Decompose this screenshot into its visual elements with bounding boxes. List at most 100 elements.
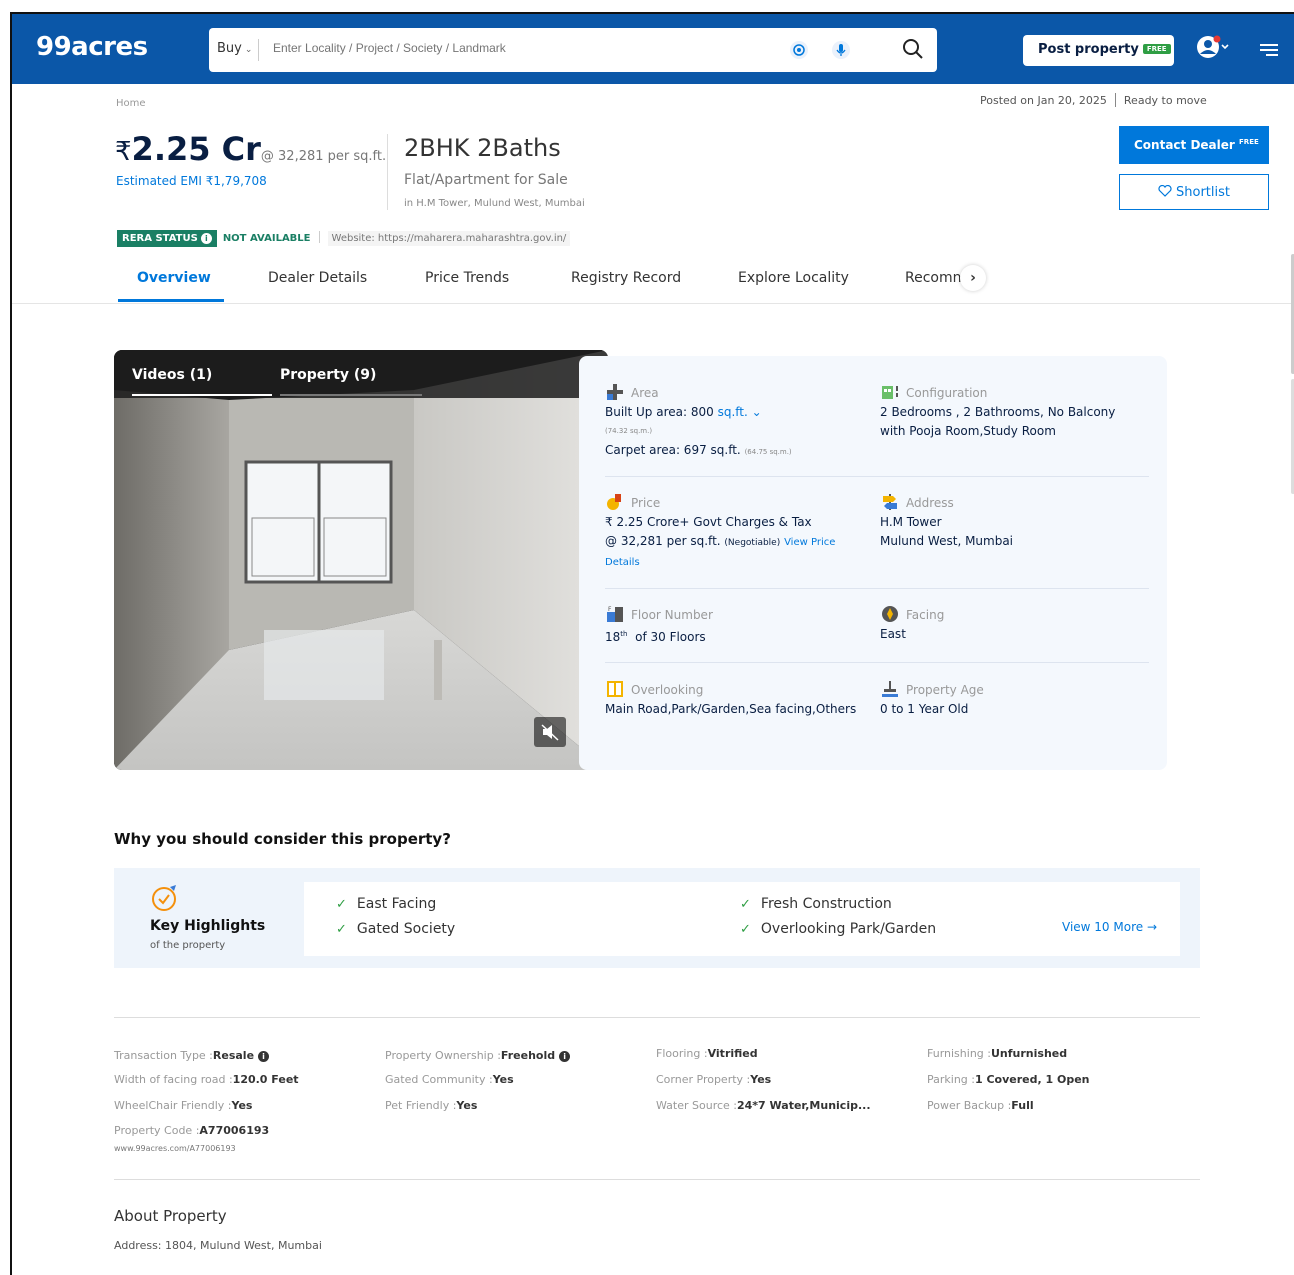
posted-date: Posted on Jan 20, 2025 <box>980 94 1107 107</box>
price-value: 2.25 Cr <box>131 130 261 168</box>
location-target-icon[interactable] <box>789 40 809 60</box>
chevron-down-icon: ⌄ <box>244 45 253 55</box>
section-tabs: Overview Dealer Details Price Trends Reg… <box>12 262 1294 304</box>
divider <box>114 1017 1200 1018</box>
divider <box>387 134 388 210</box>
info-icon[interactable]: i <box>559 1051 571 1062</box>
about-property-title: About Property <box>114 1207 227 1225</box>
fact-value: Resale <box>212 1049 255 1062</box>
section-title: Why you should consider this property? <box>114 830 451 848</box>
view-price-details-link[interactable]: View Price <box>784 537 835 548</box>
estimated-emi-link[interactable]: Estimated EMI ₹1,79,708 <box>116 174 267 188</box>
buy-dropdown[interactable]: Buy ⌄ <box>217 41 252 56</box>
fact-road-width: Width of facing road :120.0 Feet <box>114 1073 299 1086</box>
post-property-label: Post property <box>1038 42 1139 57</box>
user-account-icon[interactable] <box>1196 34 1230 60</box>
fact-label: Property Code : <box>114 1124 200 1137</box>
view-price-details-link-2[interactable]: Details <box>605 553 867 572</box>
page-scrollbar[interactable] <box>1290 254 1294 504</box>
highlight-text: Overlooking Park/Garden <box>760 921 937 937</box>
search-input[interactable] <box>273 41 753 55</box>
mute-button[interactable] <box>534 717 566 747</box>
contact-dealer-label: Contact Dealer <box>1134 138 1235 152</box>
divider <box>318 231 320 243</box>
tab-recommendations[interactable]: Recomn <box>905 270 962 286</box>
highlight-item: ✓ Fresh Construction <box>740 896 892 912</box>
configuration-line-2: with Pooja Room,Study Room <box>880 424 1056 438</box>
property-photo <box>114 350 608 770</box>
unit-label: sq.ft. <box>717 405 748 419</box>
contact-dealer-button[interactable]: Contact Dealer FREE <box>1119 126 1269 164</box>
facing-label: Facing <box>906 608 945 622</box>
overlooking-cell: Overlooking Main Road,Park/Garden,Sea fa… <box>605 679 877 719</box>
fact-corner-property: Corner Property :Yes <box>656 1073 771 1086</box>
info-icon[interactable]: i <box>258 1051 270 1062</box>
chevron-down-icon: ⌄ <box>751 405 762 419</box>
highlight-text: Gated Society <box>356 921 456 937</box>
top-navbar: 99acres Buy⌄ Post propertyFREE <box>12 14 1294 84</box>
view-more-link[interactable]: View 10 More → <box>1062 920 1157 934</box>
fact-label: Power Backup : <box>927 1099 1012 1112</box>
price-line-1: ₹ 2.25 Crore+ Govt Charges & Tax <box>605 515 812 529</box>
post-property-button[interactable]: Post property FREE <box>1023 35 1174 66</box>
overlooking-window-icon <box>607 681 623 697</box>
divider <box>1114 93 1116 107</box>
fact-label: Flooring : <box>656 1047 708 1060</box>
fact-label: Gated Community : <box>385 1073 493 1086</box>
tab-explore-locality[interactable]: Explore Locality <box>738 270 849 286</box>
property-media-viewer[interactable]: Videos (1) Property (9) <box>114 350 608 770</box>
possession-status: Ready to move <box>1123 94 1207 107</box>
shortlist-button[interactable]: Shortlist <box>1119 174 1269 210</box>
videos-tab[interactable]: Videos (1) <box>132 367 212 383</box>
breadcrumb[interactable]: Home <box>116 98 146 109</box>
address-cell: Address H.M Tower Mulund West, Mumbai <box>880 492 1150 551</box>
property-type: Flat/Apartment for Sale <box>404 172 568 188</box>
fact-value: 24*7 Water,Municip... <box>737 1099 871 1112</box>
tab-price-trends[interactable]: Price Trends <box>425 270 509 286</box>
hamburger-menu-icon[interactable] <box>1258 41 1280 57</box>
overlooking-label: Overlooking <box>631 683 704 697</box>
configuration-cell: Configuration 2 Bedrooms , 2 Bathrooms, … <box>880 382 1150 441</box>
photos-tab[interactable]: Property (9) <box>280 367 376 383</box>
fact-pet-friendly: Pet Friendly :Yes <box>385 1099 477 1112</box>
tabs-next-arrow-icon[interactable]: › <box>960 265 986 291</box>
property-location: in H.M Tower, Mulund West, Mumbai <box>404 198 585 209</box>
fact-value: Yes <box>492 1073 514 1086</box>
site-logo[interactable]: 99acres <box>36 32 148 62</box>
divider <box>605 662 1149 663</box>
area-label: Area <box>631 386 659 400</box>
property-url[interactable]: www.99acres.com/A77006193 <box>114 1144 236 1153</box>
property-age-value: 0 to 1 Year Old <box>880 702 969 716</box>
divider <box>605 476 1149 477</box>
fact-value: Full <box>1011 1099 1034 1112</box>
fact-label: Property Ownership : <box>385 1049 501 1062</box>
unit-dropdown[interactable]: sq.ft. ⌄ <box>718 405 762 419</box>
search-icon[interactable] <box>901 37 925 61</box>
divider <box>114 1179 1200 1180</box>
floor-cell: F Floor Number 18th of 30 Floors <box>605 604 867 647</box>
built-up-area: Built Up area: 800 <box>605 405 714 419</box>
active-tab-indicator <box>118 299 224 302</box>
key-highlights-subtitle: of the property <box>150 940 226 951</box>
tab-overview[interactable]: Overview <box>137 270 211 286</box>
floor-number: 18 <box>605 630 621 644</box>
info-icon[interactable]: i <box>200 233 212 244</box>
rera-status-badge[interactable]: RERA STATUS i <box>117 230 217 247</box>
fact-label: Width of facing road : <box>114 1073 233 1086</box>
negotiable-tag: (Negotiable) <box>724 538 781 548</box>
tab-registry-record[interactable]: Registry Record <box>571 270 681 286</box>
tab-dealer-details[interactable]: Dealer Details <box>268 270 367 286</box>
property-age-cell: Property Age 0 to 1 Year Old <box>880 679 1150 719</box>
speaker-mute-icon <box>541 724 559 741</box>
fact-value: Yes <box>456 1099 478 1112</box>
checkmark-icon: ✓ <box>740 922 751 937</box>
property-age-icon <box>882 681 898 697</box>
key-highlights-icon <box>152 885 176 911</box>
rera-website[interactable]: Website: https://maharera.maharashtra.go… <box>327 231 571 246</box>
fact-label: Parking : <box>927 1073 975 1086</box>
area-icon <box>607 384 623 400</box>
microphone-icon[interactable] <box>831 40 851 60</box>
configuration-line-1: 2 Bedrooms , 2 Bathrooms, No Balcony <box>880 405 1116 419</box>
fact-value: Unfurnished <box>990 1047 1068 1060</box>
fact-transaction-type: Transaction Type :Resale i <box>114 1049 270 1062</box>
